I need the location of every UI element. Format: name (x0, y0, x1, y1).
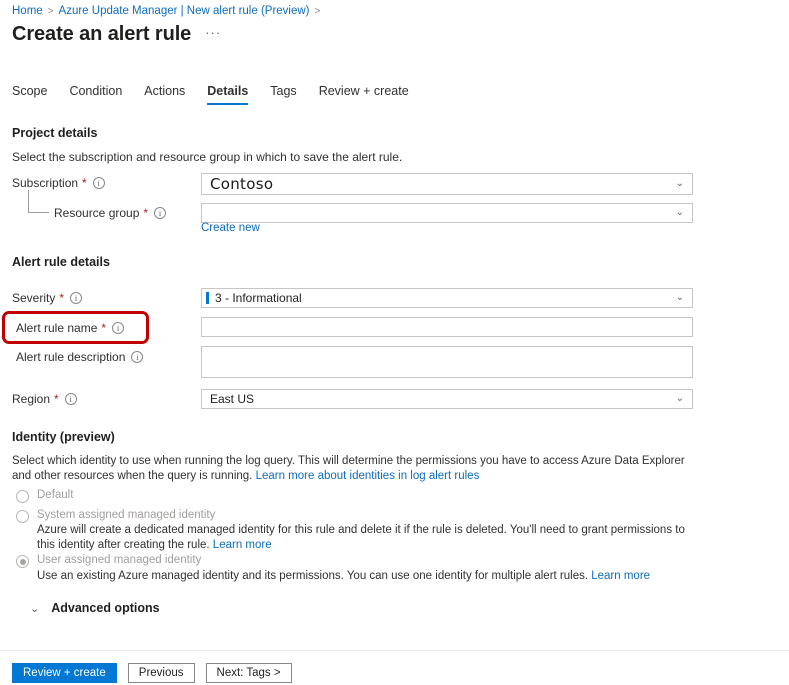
chevron-down-icon: ⌄ (675, 178, 684, 189)
resource-group-required-asterisk: * (143, 206, 149, 220)
alert-rule-name-label: Alert rule name * i (16, 321, 125, 335)
subscription-label: Subscription * i (12, 176, 105, 190)
identity-heading: Identity (preview) (12, 430, 115, 444)
alert-rule-name-label-text: Alert rule name (16, 321, 98, 335)
identity-option-user-assigned-help: Use an existing Azure managed identity a… (37, 569, 705, 584)
info-icon[interactable]: i (92, 177, 105, 189)
review-create-button[interactable]: Review + create (12, 663, 117, 683)
page-title: Create an alert rule (12, 23, 192, 45)
alert-rule-description-label: Alert rule description i (16, 350, 144, 364)
tab-details[interactable]: Details (207, 84, 249, 105)
more-actions-icon[interactable]: ··· (205, 26, 221, 39)
radio-icon[interactable] (16, 510, 29, 523)
severity-required-asterisk: * (59, 291, 65, 305)
region-dropdown[interactable]: East US ⌄ (201, 389, 693, 409)
breadcrumb-parent[interactable]: Azure Update Manager | New alert rule (P… (59, 5, 310, 17)
severity-indicator-bar (206, 292, 209, 304)
severity-label-text: Severity (12, 291, 56, 305)
user-assigned-learn-more-link[interactable]: Learn more (591, 570, 650, 582)
alert-rule-name-required-asterisk: * (101, 321, 107, 335)
region-required-asterisk: * (54, 392, 59, 406)
radio-icon[interactable] (16, 555, 29, 568)
severity-value: 3 - Informational (215, 291, 302, 305)
identity-option-system-assigned-help: Azure will create a dedicated managed id… (37, 523, 705, 553)
previous-button[interactable]: Previous (127, 663, 195, 683)
identity-option-user-assigned-help-text: Use an existing Azure managed identity a… (37, 570, 589, 582)
resource-group-label-text: Resource group (54, 206, 140, 220)
advanced-options-label: Advanced options (51, 601, 160, 615)
info-icon[interactable]: i (112, 322, 125, 334)
tab-actions[interactable]: Actions (144, 84, 185, 105)
identity-learn-more-link[interactable]: Learn more about identities in log alert… (256, 470, 480, 482)
identity-description: Select which identity to use when runnin… (12, 454, 694, 484)
project-details-description: Select the subscription and resource gro… (12, 150, 403, 164)
severity-label: Severity * i (12, 291, 83, 305)
tab-review-create[interactable]: Review + create (319, 84, 409, 105)
alert-rule-name-input[interactable] (201, 317, 693, 337)
page-header: Create an alert rule ··· (12, 23, 221, 46)
breadcrumb: Home > Azure Update Manager | New alert ru… (12, 5, 325, 17)
tab-tags[interactable]: Tags (270, 84, 296, 105)
chevron-down-icon: ⌄ (675, 292, 684, 303)
identity-option-default[interactable]: Default (16, 489, 73, 503)
info-icon[interactable]: i (70, 292, 83, 304)
radio-icon[interactable] (16, 490, 29, 503)
resource-group-tree-connector (28, 190, 49, 213)
severity-dropdown[interactable]: 3 - Informational ⌄ (201, 288, 693, 308)
resource-group-dropdown[interactable]: ⌄ (201, 203, 693, 223)
subscription-value: Contoso (210, 175, 274, 193)
alert-rule-description-label-text: Alert rule description (16, 350, 126, 364)
alert-rule-details-heading: Alert rule details (12, 255, 110, 269)
footer-divider (0, 650, 789, 651)
system-assigned-learn-more-link[interactable]: Learn more (213, 539, 272, 551)
resource-group-label: Resource group * i (54, 206, 167, 220)
footer-actions: Review + create Previous Next: Tags > (12, 663, 292, 683)
breadcrumb-home[interactable]: Home (12, 5, 43, 17)
identity-option-user-assigned-label: User assigned managed identity (37, 554, 202, 566)
subscription-label-text: Subscription (12, 176, 79, 190)
breadcrumb-separator-1: > (47, 6, 54, 17)
tab-scope[interactable]: Scope (12, 84, 47, 105)
wizard-tabs: Scope Condition Actions Details Tags Rev… (12, 84, 409, 105)
project-details-heading: Project details (12, 126, 98, 140)
chevron-down-icon: ⌄ (30, 602, 40, 615)
create-alert-rule-page: Home > Azure Update Manager | New alert ru… (0, 0, 789, 685)
subscription-dropdown[interactable]: Contoso ⌄ (201, 173, 693, 195)
create-new-resource-group-link[interactable]: Create new (201, 222, 260, 234)
tab-condition[interactable]: Condition (69, 84, 122, 105)
info-icon[interactable]: i (131, 351, 144, 363)
breadcrumb-separator-2: > (314, 6, 321, 17)
info-icon[interactable]: i (64, 393, 77, 405)
identity-option-system-assigned-help-text: Azure will create a dedicated managed id… (37, 524, 685, 551)
region-value: East US (210, 392, 255, 406)
region-label-text: Region (12, 392, 51, 406)
chevron-down-icon: ⌄ (675, 393, 684, 404)
advanced-options-toggle[interactable]: ⌄ Advanced options (30, 601, 160, 615)
identity-option-default-label: Default (37, 489, 74, 501)
alert-rule-description-textarea[interactable] (201, 346, 693, 378)
chevron-down-icon: ⌄ (675, 207, 684, 218)
identity-option-user-assigned[interactable]: User assigned managed identity (16, 554, 201, 568)
region-label: Region * i (12, 392, 77, 406)
info-icon[interactable]: i (154, 207, 167, 219)
identity-option-system-assigned[interactable]: System assigned managed identity (16, 509, 215, 523)
subscription-required-asterisk: * (82, 176, 87, 190)
identity-option-system-assigned-label: System assigned managed identity (37, 509, 216, 521)
next-tags-button[interactable]: Next: Tags > (205, 663, 292, 683)
